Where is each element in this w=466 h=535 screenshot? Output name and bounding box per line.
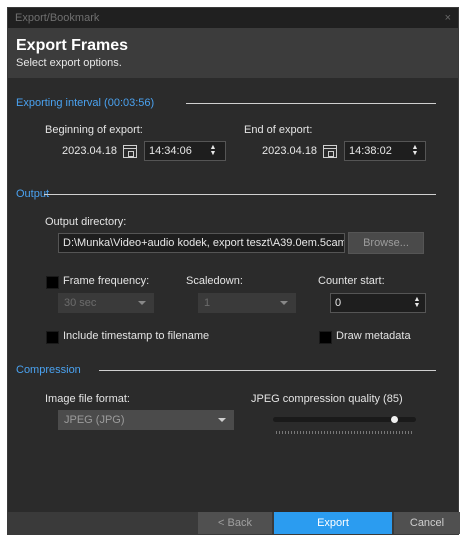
begin-time-spinner-icon[interactable]: ▲ ▼ [209,144,217,157]
timestamp-label: Include timestamp to filename [63,330,210,342]
end-calendar-icon[interactable] [323,145,337,158]
counter-start-value: 0 [335,297,342,309]
end-time-spinner-icon[interactable]: ▲ ▼ [411,144,419,157]
dialog-header: Export Frames Select export options. [8,28,458,78]
timestamp-checkbox[interactable] [46,331,59,344]
interval-divider [186,103,436,104]
export-button[interactable]: Export [274,512,392,534]
compression-divider [99,370,436,371]
page-title: Export Frames [16,37,129,54]
back-button[interactable]: < Back [198,512,272,534]
counter-start-input[interactable]: 0 [330,293,426,313]
counter-start-label: Counter start: [318,275,385,287]
output-dir-input[interactable]: D:\Munka\Video+audio kodek, export teszt… [58,233,345,253]
compression-section-title: Compression [16,364,81,376]
begin-calendar-icon[interactable] [123,145,137,158]
end-date-value: 2023.04.18 [262,145,318,157]
page-subtitle: Select export options. [16,57,122,69]
begin-label: Beginning of export: [45,124,143,136]
cancel-button[interactable]: Cancel [394,512,460,534]
interval-section-title: Exporting interval (00:03:56) [16,97,155,109]
frame-frequency-checkbox[interactable] [46,276,59,289]
format-value: JPEG (JPG) [64,414,125,426]
window-title: Export/Bookmark [15,12,100,24]
output-divider [44,194,436,195]
quality-label: JPEG compression quality (85) [251,393,403,405]
quality-slider-thumb[interactable] [390,416,398,423]
format-label: Image file format: [45,393,130,405]
begin-time-value: 14:34:06 [149,145,192,157]
metadata-checkbox[interactable] [319,331,332,344]
end-label: End of export: [244,124,313,136]
frame-frequency-label: Frame frequency: [63,275,150,287]
metadata-label: Draw metadata [336,330,411,342]
end-time-value: 14:38:02 [349,145,392,157]
frame-frequency-value: 30 sec [64,297,97,309]
quality-slider-ticks [276,431,414,434]
scaledown-select[interactable]: 1 [198,293,296,313]
chevron-down-icon [218,418,226,422]
scaledown-label: Scaledown: [186,275,243,287]
scaledown-value: 1 [204,297,211,309]
frame-frequency-select[interactable]: 30 sec [58,293,154,313]
chevron-down-icon [280,301,288,305]
title-bar: Export/Bookmark × [8,8,458,28]
close-icon[interactable]: × [445,12,451,24]
browse-button[interactable]: Browse... [348,232,424,254]
counter-spinner-icon[interactable]: ▲ ▼ [413,296,421,309]
begin-date-value: 2023.04.18 [62,145,118,157]
export-dialog: Export/Bookmark × Export Frames Select e… [7,7,460,535]
dialog-footer: < Back Export Cancel [8,512,460,534]
chevron-down-icon [138,301,146,305]
output-dir-label: Output directory: [45,216,127,228]
format-select[interactable]: JPEG (JPG) [58,410,234,430]
output-dir-value: D:\Munka\Video+audio kodek, export teszt… [63,237,345,249]
